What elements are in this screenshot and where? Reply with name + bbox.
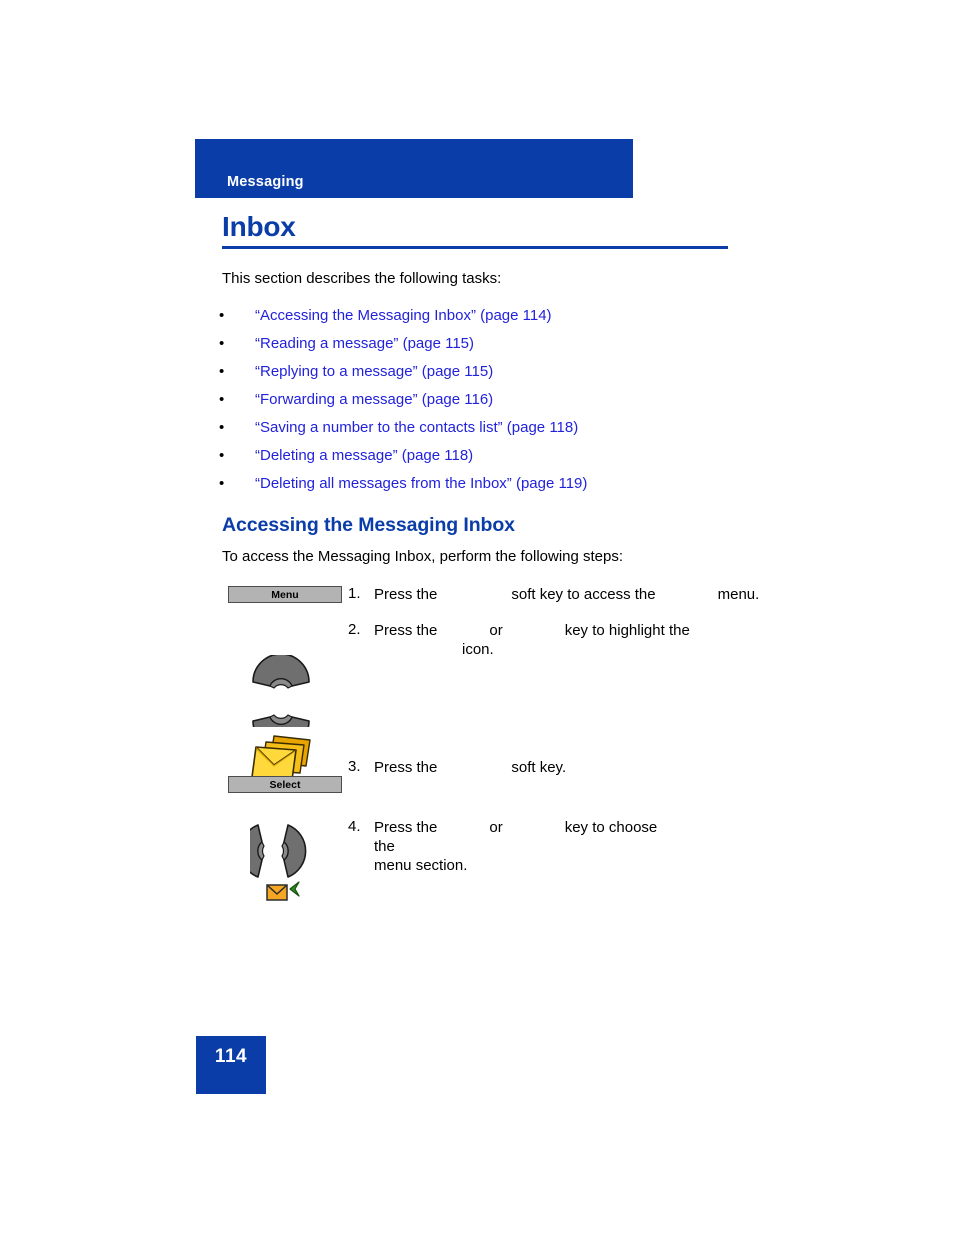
step-3-body: 3. Press the soft key. [348,758,782,777]
task-link-list: • “Accessing the Messaging Inbox” (page … [218,307,738,503]
running-header-label: Messaging [227,174,304,190]
step-row: Select 3. Press the soft key. [222,758,782,818]
cross-reference-link[interactable]: “Forwarding a message” (page 116) [255,391,493,410]
step-text-b: or [489,819,503,836]
select-soft-key-label: Select [269,778,301,791]
bullet-marker: • [219,363,225,380]
step-text: Press the soft key to access the menu. [374,585,759,604]
bullet-marker: • [219,447,225,464]
page-title: Inbox [222,211,296,242]
step-2-body: 2. Press the or key to highlight the icon. [348,621,782,659]
cross-reference-link[interactable]: “Saving a number to the contacts list” (… [255,419,578,438]
procedure-steps: Menu 1. Press the soft key to access the m… [222,585,782,918]
page-number-box: 114 [196,1036,266,1094]
step-1-body: 1. Press the soft key to access the menu. [348,585,782,604]
step-text-a: Press the [374,759,438,776]
step-4-body: 4. Press the or key to choose the menu sect… [348,818,782,876]
bullet-marker: • [219,391,225,408]
cross-reference-link[interactable]: “Replying to a message” (page 115) [255,363,493,382]
nav-up-down-key-graphic[interactable] [250,653,312,750]
step-text-c: menu. [717,586,760,603]
section-intro-paragraph: To access the Messaging Inbox, perform t… [222,548,624,565]
step-row: 2. Press the or key to highlight the icon. [222,621,782,781]
bullet-marker: • [219,335,225,352]
title-divider [222,246,728,249]
cross-reference-link[interactable]: “Deleting a message” (page 118) [255,447,473,466]
step-text-b: or [489,622,503,639]
bullet-marker: • [219,307,225,324]
bullet-marker: • [219,419,225,436]
cross-reference-link[interactable]: “Deleting all messages from the Inbox” (… [255,475,587,494]
step-text-a: Press the [374,586,438,603]
step-text-d: icon. [462,641,494,659]
step-3-figure: Select [222,758,348,793]
step-text: Press the soft key. [374,758,566,777]
step-number: 3. [348,758,361,775]
cross-reference-link[interactable]: “Accessing the Messaging Inbox” (page 11… [255,307,552,326]
step-number: 2. [348,621,361,638]
list-item[interactable]: • “Deleting a message” (page 118) [218,447,738,475]
list-item[interactable]: • “Reading a message” (page 115) [218,335,738,363]
list-item[interactable]: • “Accessing the Messaging Inbox” (page … [218,307,738,335]
running-header-bar: Messaging [195,139,633,198]
section-heading: Accessing the Messaging Inbox [222,514,515,536]
select-soft-key[interactable]: Select [228,776,342,793]
list-item[interactable]: • “Replying to a message” (page 115) [218,363,738,391]
step-text-c: key to highlight the [564,622,690,639]
step-2-figure [222,621,348,781]
menu-soft-key[interactable]: Menu [228,586,342,603]
step-text: Press the or key to choose the menu section… [374,818,674,876]
step-text-a: Press the [374,819,438,836]
step-text-d: menu section. [374,857,468,875]
intro-paragraph: This section describes the following tas… [222,270,502,287]
step-text-b: soft key to access the [511,586,656,603]
cross-reference-link[interactable]: “Reading a message” (page 115) [255,335,474,354]
step-row: 4. Press the or key to choose the menu sect… [222,818,782,918]
step-text-b: soft key. [511,759,567,776]
menu-soft-key-label: Menu [271,588,299,601]
step-text-a: Press the [374,622,438,639]
list-item[interactable]: • “Deleting all messages from the Inbox”… [218,475,738,503]
inbox-envelope-icon [266,880,300,904]
list-item[interactable]: • “Forwarding a message” (page 116) [218,391,738,419]
step-1-figure: Menu [222,585,348,603]
step-number: 1. [348,585,361,602]
bullet-marker: • [219,475,225,492]
step-text: Press the or key to highlight the icon. [374,621,704,659]
nav-left-right-key-graphic[interactable] [239,822,316,880]
step-4-figure [222,818,348,901]
step-row: Menu 1. Press the soft key to access the m… [222,585,782,621]
list-item[interactable]: • “Saving a number to the contacts list”… [218,419,738,447]
step-number: 4. [348,818,361,835]
page-number-label: 114 [214,1046,248,1067]
